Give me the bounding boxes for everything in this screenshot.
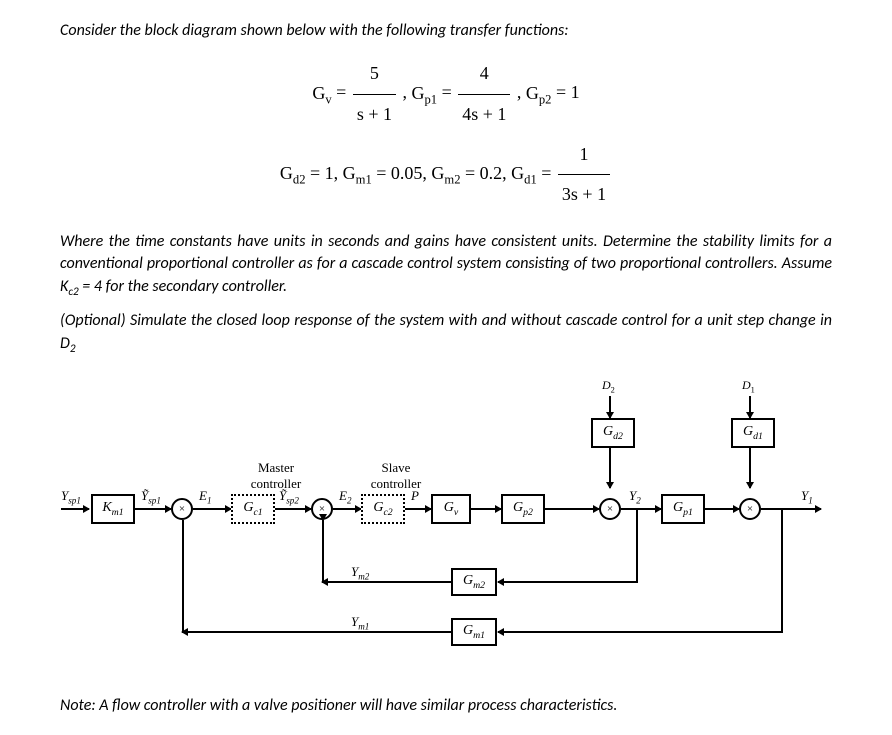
feedback-inner-up [322, 520, 324, 583]
arrow-d2-down [609, 396, 611, 418]
gp1-lhs: Gp1 [411, 83, 437, 103]
gv-lhs: Gv [312, 83, 331, 103]
gd2-rhs: = 1, [310, 163, 343, 183]
gp2-rhs: = 1 [556, 83, 580, 103]
gm2-lhs: Gm2 [431, 163, 460, 183]
block-km1: Km1 [91, 494, 135, 524]
ytil-sp2-label: Ỹsp2 [279, 488, 299, 506]
gd1-frac: 13s + 1 [558, 135, 610, 215]
ym2-label: Ym2 [351, 564, 369, 582]
d2-label: D2 [602, 378, 615, 394]
p-label: P [411, 488, 419, 504]
feedback-gm1-out [182, 631, 451, 633]
gv-frac: 5s + 1 [353, 54, 396, 134]
block-gv: Gv [431, 494, 471, 524]
block-gc2: Gc2 [361, 494, 405, 524]
para-optional: (Optional) Simulate the closed loop resp… [60, 310, 832, 357]
arrow-p [405, 508, 431, 510]
sum-junction-1 [171, 498, 193, 520]
ysp1-label: Ysp1 [61, 488, 81, 506]
block-gc1: Gc1 [231, 494, 275, 524]
gp1-frac: 44s + 1 [458, 54, 510, 134]
cascade-block-diagram: D2 Gd2 D1 Gd1 Mastercontroller Slavecont… [61, 378, 831, 678]
gm2-rhs: = 0.2, [465, 163, 511, 183]
arrow-km1-out [135, 508, 171, 510]
arrow-e1 [193, 508, 231, 510]
arrow-gv-out [471, 508, 501, 510]
block-gp1: Gp1 [661, 494, 705, 524]
gp2-lhs: Gp2 [526, 83, 552, 103]
arrow-d1-down [749, 396, 751, 418]
eq-sign: = [442, 83, 457, 103]
arrow-gd1-down [749, 448, 751, 488]
y1-label: Y1 [801, 488, 813, 506]
para-stability: Where the time constants have units in s… [60, 231, 832, 301]
gd1-lhs: Gd1 [511, 163, 537, 183]
ym1-label: Ym1 [351, 614, 369, 632]
ytil-sp1-label: Ỹsp1 [141, 488, 161, 506]
feedback-to-gm1 [498, 631, 783, 633]
block-gm2: Gm2 [451, 568, 497, 596]
gm1-rhs: = 0.05, [376, 163, 431, 183]
eq-sign: = [336, 83, 351, 103]
gd2-lhs: Gd2 [280, 163, 306, 183]
slave-controller-label: Slavecontroller [361, 460, 431, 492]
y2-label: Y2 [629, 488, 641, 506]
feedback-y2-down [636, 509, 638, 583]
block-gd2: Gd2 [591, 418, 635, 448]
e2-label: E2 [339, 488, 352, 506]
sum-junction-y1 [739, 498, 761, 520]
e1-label: E1 [199, 488, 212, 506]
arrow-gp2-out [545, 508, 599, 510]
equations-line-1: Gv = 5s + 1 , Gp1 = 44s + 1 , Gp2 = 1 Gd… [60, 54, 832, 214]
block-gm1: Gm1 [451, 618, 497, 646]
feedback-to-gm2 [498, 581, 638, 583]
arrow-gd2-down [609, 448, 611, 488]
feedback-outer-up [182, 520, 184, 633]
arrow-y2 [621, 508, 661, 510]
gm1-lhs: Gm1 [343, 163, 372, 183]
feedback-gm2-out [322, 581, 451, 583]
arrow-gc1-out [275, 508, 311, 510]
arrow-y1 [761, 508, 821, 510]
feedback-y1-down [781, 509, 783, 633]
master-controller-label: Mastercontroller [241, 460, 311, 492]
problem-intro: Consider the block diagram shown below w… [60, 20, 832, 42]
comma: , [517, 83, 526, 103]
sum-junction-y2 [599, 498, 621, 520]
block-gd1: Gd1 [731, 418, 775, 448]
d1-label: D1 [742, 378, 755, 394]
footnote: Note: A flow controller with a valve pos… [60, 696, 832, 715]
block-gp2: Gp2 [501, 494, 545, 524]
arrow-e2 [333, 508, 361, 510]
arrow-gp1-out [705, 508, 739, 510]
arrow-ysp1 [61, 508, 89, 510]
eq-sign: = [541, 163, 556, 183]
